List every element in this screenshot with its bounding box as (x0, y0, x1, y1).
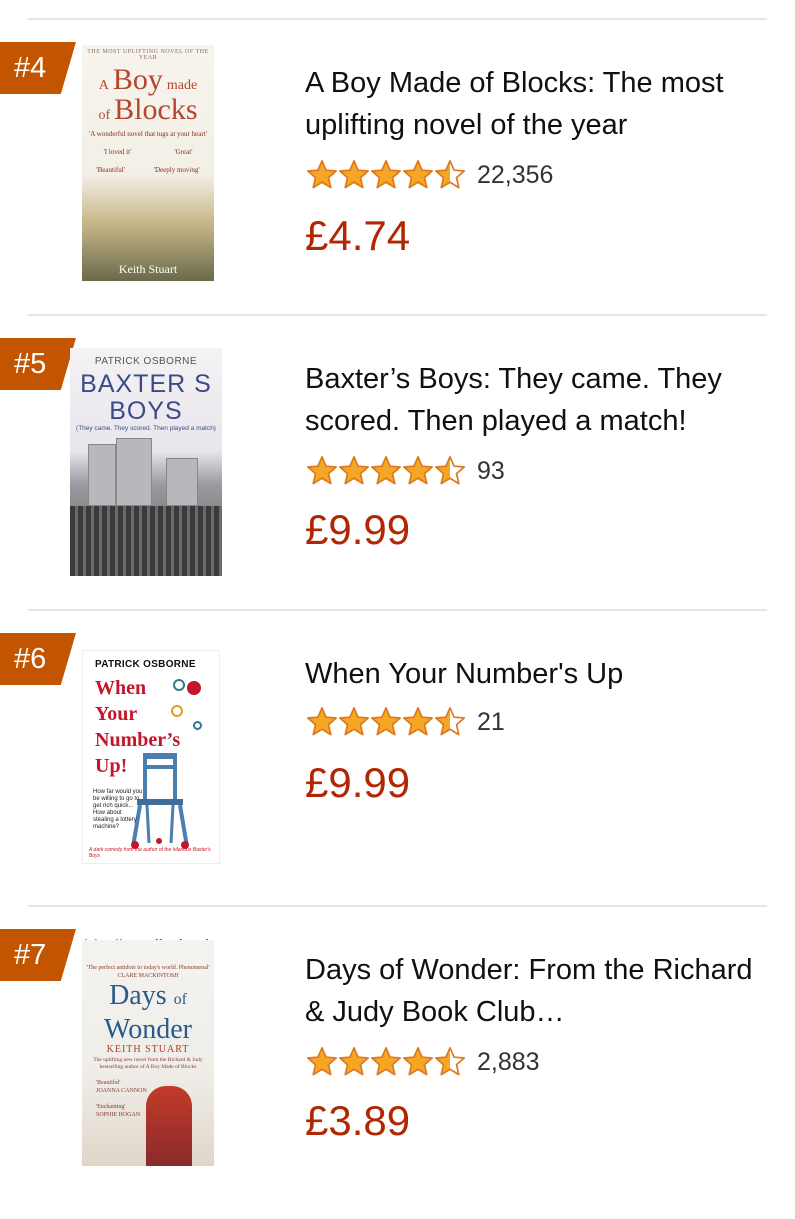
cover-subtitle: (They came. They scored. Then played a m… (76, 425, 216, 432)
star-full-icon (370, 159, 402, 189)
cover-quote: 'I loved it' (103, 148, 132, 156)
star-half-icon (434, 1046, 466, 1076)
cover-quote-author: JOANNA CANNON (96, 1088, 147, 1094)
star-full-icon (306, 159, 338, 189)
book-title[interactable]: A Boy Made of Blocks: The most uplifting… (305, 62, 775, 146)
cover-quote: 'Beautiful' (96, 1080, 121, 1086)
star-full-icon (306, 706, 338, 736)
cover-quote: 'Great' (174, 148, 193, 156)
star-half-icon (434, 159, 466, 189)
star-rating[interactable]: 22,356 (305, 158, 553, 192)
price: £9.99 (305, 759, 411, 806)
price: £4.74 (305, 212, 411, 259)
cover-quote-author: SOPHIE HOGAN (96, 1112, 141, 1118)
cover-tagline: 'The perfect antidote to today's world. … (86, 965, 210, 971)
divider (28, 18, 767, 20)
star-half-icon (434, 455, 466, 485)
star-full-icon (370, 1046, 402, 1076)
star-full-icon (402, 159, 434, 189)
cover-title-line: Wonder (104, 1014, 192, 1045)
book-cover[interactable]: THE MOST UPLIFTING NOVEL OF THE YEAR A B… (82, 45, 214, 281)
star-full-icon (306, 455, 338, 485)
book-title[interactable]: When Your Number's Up (305, 653, 775, 695)
cover-quote: 'Enchanting' (96, 1104, 126, 1110)
star-rating[interactable]: 2,883 (305, 1045, 540, 1079)
book-cover[interactable]: PATRICK OSBORNE When Your Number’s Up! H… (82, 650, 220, 864)
cover-fence (70, 506, 222, 576)
lottery-ball-icon (173, 679, 185, 691)
cover-quote: 'Beautiful' (96, 166, 125, 174)
lottery-ball-icon (187, 681, 201, 695)
cover-building (166, 458, 198, 506)
lottery-ball-icon (171, 705, 183, 717)
rank-badge: #7 (0, 929, 76, 981)
cover-footer: A dark comedy from the author of the hil… (89, 847, 211, 859)
cover-tagline: THE MOST UPLIFTING NOVEL OF THE YEAR (87, 49, 209, 61)
price: £9.99 (305, 506, 411, 553)
book-title[interactable]: Baxter’s Boys: They came. They scored. T… (305, 358, 775, 442)
star-half-icon (434, 706, 466, 736)
cover-title: Days of (109, 980, 187, 1011)
cover-building (88, 444, 116, 506)
cover-author: PATRICK OSBORNE (95, 659, 196, 670)
star-full-icon (338, 455, 370, 485)
review-count[interactable]: 2,883 (477, 1048, 540, 1077)
cover-blurb: How far would you be willing to go to ge… (93, 789, 143, 830)
star-full-icon (338, 159, 370, 189)
book-cover[interactable]: PATRICK OSBORNE BAXTER S BOYS (They came… (70, 348, 222, 576)
star-full-icon (402, 455, 434, 485)
review-count[interactable]: 93 (477, 457, 505, 486)
review-count[interactable]: 21 (477, 708, 505, 737)
star-rating[interactable]: 93 (305, 454, 505, 488)
cover-tagline-author: CLARE MACKINTOSH (117, 973, 179, 979)
star-full-icon (338, 706, 370, 736)
star-full-icon (402, 1046, 434, 1076)
cover-building (116, 438, 152, 506)
cover-author: PATRICK OSBORNE (94, 356, 198, 367)
cover-author: KEITH STUART (106, 1044, 190, 1055)
star-rating[interactable]: 21 (305, 705, 505, 739)
price: £3.89 (305, 1097, 411, 1144)
cover-title-line: BAXTER S (80, 370, 212, 398)
rank-badge: #5 (0, 338, 76, 390)
cover-title-word: Boy (112, 63, 163, 96)
rank-badge: #6 (0, 633, 76, 685)
cover-illustration (146, 1086, 192, 1166)
star-full-icon (370, 455, 402, 485)
cover-title-word: A (98, 78, 109, 93)
lottery-ball-icon (193, 721, 202, 730)
cover-author: Keith Stuart (118, 262, 178, 276)
star-full-icon (402, 706, 434, 736)
rank-badge: #4 (0, 42, 76, 94)
cover-title-word: Blocks (114, 93, 198, 126)
cover-title-word: of (98, 108, 111, 123)
review-count[interactable]: 22,356 (477, 161, 553, 190)
cover-title-line: BOYS (109, 397, 183, 425)
cover-quote: 'A wonderful novel that tugs at your hea… (89, 130, 207, 138)
cover-title-word: made (166, 78, 198, 93)
cover-quote: 'Deeply moving' (153, 166, 200, 174)
star-full-icon (338, 1046, 370, 1076)
star-full-icon (306, 1046, 338, 1076)
cover-subtitle: The uplifting new novel from the Richard… (93, 1057, 203, 1070)
star-full-icon (370, 706, 402, 736)
book-cover[interactable]: 'The perfect antidote to today's world. … (82, 940, 214, 1166)
book-title[interactable]: Days of Wonder: From the Richard & Judy … (305, 949, 775, 1033)
